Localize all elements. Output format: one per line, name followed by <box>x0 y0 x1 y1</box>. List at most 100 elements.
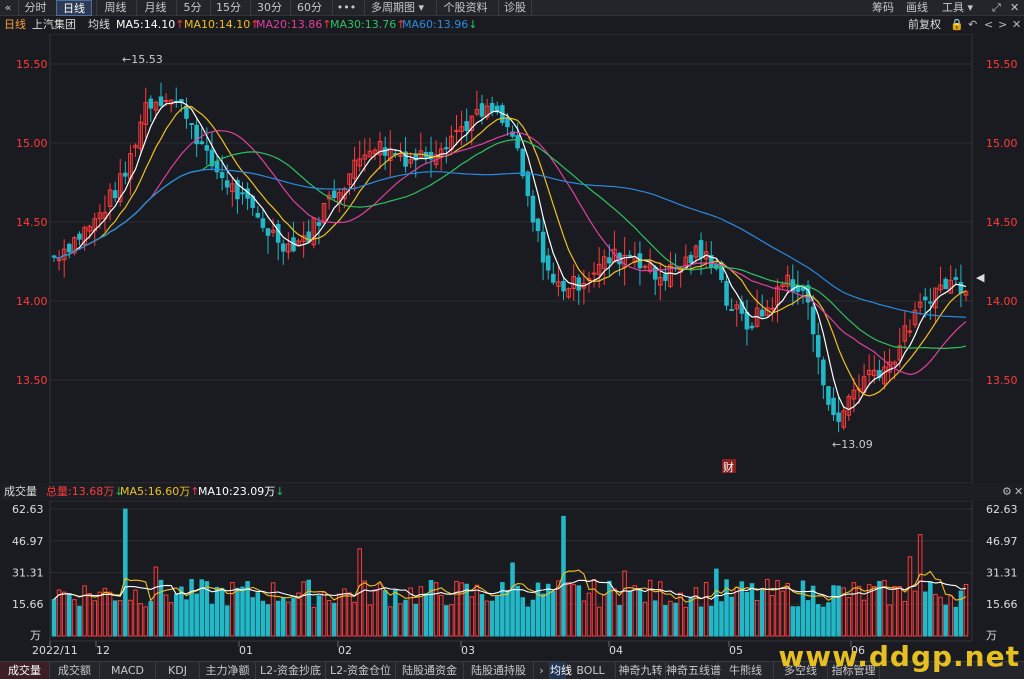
double-chevron-left-icon[interactable]: « <box>0 0 16 16</box>
expand-icon[interactable]: ⤢ <box>992 0 1001 16</box>
price-tick-left: 14.00 <box>16 295 48 308</box>
volume-bar <box>515 585 520 637</box>
volume-bar <box>286 601 291 637</box>
candle-body <box>576 277 582 291</box>
volume-bar <box>948 595 953 637</box>
undo-icon[interactable]: ↶ <box>968 16 977 34</box>
lock-icon[interactable]: 🔒 <box>950 16 964 34</box>
tab-ma[interactable]: BOLL <box>566 662 616 679</box>
volume-bar <box>194 593 199 637</box>
tab-main-net[interactable]: 主力净额 <box>200 662 256 679</box>
volume-bar <box>810 585 816 637</box>
tab-15min[interactable]: 15分 <box>210 0 246 16</box>
price-chart[interactable]: 15.50 15.50 15.00 15.00 14.50 14.50 14.00 14.00… <box>0 34 1024 483</box>
chevron-left-icon[interactable]: < <box>984 16 993 34</box>
candle-body <box>545 255 551 271</box>
draw-line-button[interactable]: 画线 <box>906 0 928 16</box>
tab-hk-flow[interactable]: 陆股通资金 <box>396 662 464 679</box>
volume-bar <box>362 580 368 637</box>
volume-bar <box>892 586 897 637</box>
volume-bar <box>912 590 918 637</box>
tab-magic-nine[interactable]: 神奇五线谱 <box>666 662 721 679</box>
diagnose-button[interactable]: 诊股 <box>498 0 532 16</box>
price-tick-left: 15.50 <box>16 58 48 71</box>
tools-menu[interactable]: 工具 ▾ <box>942 0 973 16</box>
volume-total: 总量:13.68万↓ <box>46 483 123 501</box>
more-button[interactable]: ••• <box>332 0 360 16</box>
volume-unit-left: 万 <box>30 629 41 642</box>
settings-icon[interactable]: ⚙ <box>1002 483 1012 501</box>
volume-bar <box>581 600 587 637</box>
tab-kdj[interactable]: KDJ <box>156 662 200 679</box>
volume-bar <box>836 585 841 637</box>
tab-60min[interactable]: 60分 <box>290 0 328 16</box>
volume-bar <box>255 592 261 637</box>
chips-button[interactable]: 筹码 <box>872 0 894 16</box>
multi-period-dropdown[interactable]: 多周期图 ▾ <box>364 0 430 16</box>
volume-bar <box>805 600 811 637</box>
volume-bar <box>917 534 923 637</box>
volume-chart[interactable]: 62.63 62.63 46.97 46.97 31.31 31.31 15.66 15.66… <box>0 501 1024 661</box>
volume-bar <box>642 601 648 637</box>
tab-magic-five[interactable]: 牛熊线 <box>718 662 774 679</box>
candle-body <box>836 412 841 422</box>
price-tick-right: 15.00 <box>986 137 1018 150</box>
close-icon[interactable]: ✕ <box>1010 0 1019 16</box>
candle-body <box>189 122 194 125</box>
chevron-right-icon[interactable]: > <box>998 16 1007 34</box>
tab-l2-bottom[interactable]: L2-资金抄底 <box>256 662 326 679</box>
candle-body <box>663 274 668 281</box>
candle-body <box>331 190 337 198</box>
close-icon[interactable]: ✕ <box>1014 483 1023 501</box>
candle-body <box>958 282 964 294</box>
volume-bar <box>520 597 526 637</box>
volume-bar <box>571 584 576 637</box>
volume-bar <box>673 602 678 637</box>
volume-bar <box>82 585 87 637</box>
candle-body <box>810 306 816 335</box>
candle-body <box>520 148 526 177</box>
tab-hk-holding[interactable]: 陆股通持股 <box>464 662 534 679</box>
volume-bar <box>484 600 490 637</box>
close-icon[interactable]: ✕ <box>1012 16 1021 34</box>
candle-body <box>479 103 485 117</box>
price-tick-right: 13.50 <box>986 374 1018 387</box>
ma-indicator-label[interactable]: 均线 <box>88 16 110 34</box>
volume-bar <box>51 598 57 637</box>
tab-intraday[interactable]: 分时 <box>18 0 52 16</box>
candle-body <box>535 218 541 232</box>
tab-macd[interactable]: MACD <box>100 662 156 679</box>
tab-turnover[interactable]: 成交额 <box>50 662 100 679</box>
volume-bar <box>719 601 724 637</box>
volume-bar <box>933 593 938 637</box>
adjust-mode[interactable]: 前复权 <box>908 16 941 34</box>
triangle-down-icon: ▾ <box>418 1 425 14</box>
tab-scroll-right[interactable]: 均线 <box>550 662 572 679</box>
ma60-text: MA60:13.96 <box>402 18 469 31</box>
tab-monthly[interactable]: 月线 <box>136 0 174 16</box>
tab-boll[interactable]: 神奇九转 <box>616 662 666 679</box>
volume-bar <box>281 597 286 637</box>
ma5-line <box>53 101 967 411</box>
volume-tick-left: 62.63 <box>12 503 44 516</box>
candle-body <box>525 171 531 197</box>
volume-bar <box>128 599 133 637</box>
tab-weekly[interactable]: 周线 <box>96 0 134 16</box>
triangle-down-icon: ▾ <box>967 1 974 14</box>
tab-daily[interactable]: 日线 <box>56 0 92 16</box>
volume-bar <box>321 591 327 637</box>
tab-volume[interactable]: 成交量 <box>0 662 50 679</box>
chevron-right-icon[interactable]: › <box>534 662 550 679</box>
volume-bar <box>780 590 785 637</box>
tab-l2-position[interactable]: L2-资金仓位 <box>326 662 396 679</box>
price-tick-left: 15.00 <box>16 137 48 150</box>
watermark: www.ddgp.net <box>778 640 1020 673</box>
tab-5min[interactable]: 5分 <box>176 0 208 16</box>
price-tick-right: 15.50 <box>986 58 1018 71</box>
volume-bar <box>851 582 857 637</box>
volume-bar <box>107 591 113 637</box>
stock-info-button[interactable]: 个股资料 <box>436 0 494 16</box>
tab-30min[interactable]: 30分 <box>250 0 288 16</box>
candle-body <box>204 145 210 151</box>
volume-bar <box>815 604 821 637</box>
